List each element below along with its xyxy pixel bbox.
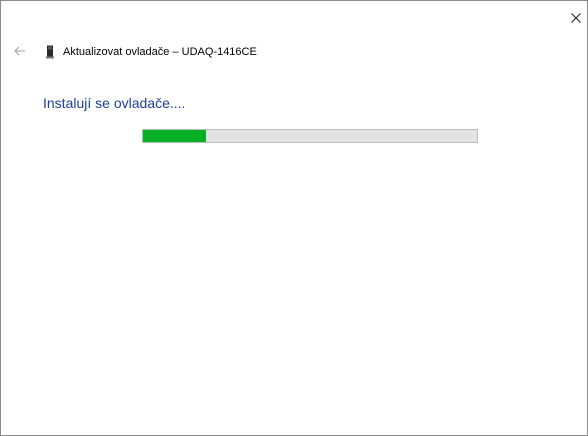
back-button[interactable] (12, 45, 28, 59)
install-progress-bar (142, 129, 478, 143)
progress-fill (143, 130, 207, 142)
driver-update-dialog: Aktualizovat ovladače – UDAQ-1416CE Inst… (0, 0, 588, 436)
device-icon (45, 45, 55, 59)
dialog-title: Aktualizovat ovladače – UDAQ-1416CE (63, 46, 257, 58)
back-arrow-icon (14, 43, 26, 61)
close-icon (571, 13, 581, 23)
close-button[interactable] (565, 7, 587, 29)
installing-heading: Instalují se ovladače.... (43, 95, 186, 111)
